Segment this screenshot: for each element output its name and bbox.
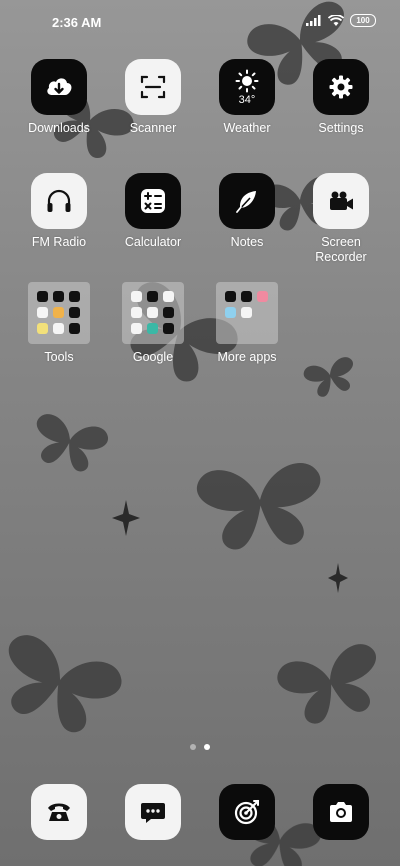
app-notes[interactable]: Notes	[200, 173, 294, 250]
page-indicator	[0, 744, 400, 750]
app-label: Downloads	[28, 121, 90, 135]
status-time: 2:36 AM	[52, 15, 102, 30]
phone-icon	[48, 803, 70, 821]
feather-icon	[219, 173, 275, 229]
folder-label: Tools	[44, 350, 74, 364]
camera-icon	[330, 802, 352, 822]
app-screen-recorder[interactable]: Screen Recorder	[294, 173, 388, 265]
folder-more-apps[interactable]: More apps	[200, 282, 294, 365]
app-label: Scanner	[129, 121, 177, 135]
sun-icon	[235, 69, 259, 92]
app-label: Weather	[223, 121, 271, 135]
app-label: FM Radio	[31, 235, 87, 249]
folder-google[interactable]: Google	[106, 282, 200, 365]
video-camera-icon	[313, 173, 369, 229]
scanner-icon	[125, 59, 181, 115]
weather-temp: 34°	[238, 93, 256, 106]
page-dot[interactable]	[190, 744, 196, 750]
downloads-icon	[31, 59, 87, 115]
status-icons: 100	[306, 14, 376, 27]
folder-google-preview	[122, 282, 184, 344]
dock-browser[interactable]	[219, 784, 275, 840]
app-calculator[interactable]: Calculator	[106, 173, 200, 250]
app-label: Screen Recorder	[315, 235, 367, 264]
app-fm-radio[interactable]: FM Radio	[12, 173, 106, 250]
app-weather[interactable]: 34° Weather	[200, 59, 294, 136]
battery-icon: 100	[350, 14, 376, 27]
weather-icon: 34°	[219, 59, 275, 115]
folder-label: Google	[132, 350, 174, 364]
folder-label: More apps	[217, 350, 277, 364]
dock-phone[interactable]	[31, 784, 87, 840]
folder-tools-preview	[28, 282, 90, 344]
gear-icon	[313, 59, 369, 115]
app-label: Calculator	[124, 235, 182, 249]
wifi-icon	[328, 14, 344, 26]
app-settings[interactable]: Settings	[294, 59, 388, 136]
status-bar: 2:36 AM 100	[0, 0, 400, 44]
calculator-icon	[125, 173, 181, 229]
app-scanner[interactable]: Scanner	[106, 59, 200, 136]
dock-camera[interactable]	[313, 784, 369, 840]
app-downloads[interactable]: Downloads	[12, 59, 106, 136]
page-dot-active[interactable]	[204, 744, 210, 750]
folder-more-apps-preview	[216, 282, 278, 344]
messages-icon	[141, 803, 165, 823]
browser-icon	[234, 799, 260, 825]
signal-icon	[306, 15, 321, 26]
headphones-icon	[31, 173, 87, 229]
folder-tools[interactable]: Tools	[12, 282, 106, 365]
dock-messages[interactable]	[125, 784, 181, 840]
app-label: Notes	[230, 235, 264, 249]
app-label: Settings	[318, 121, 364, 135]
